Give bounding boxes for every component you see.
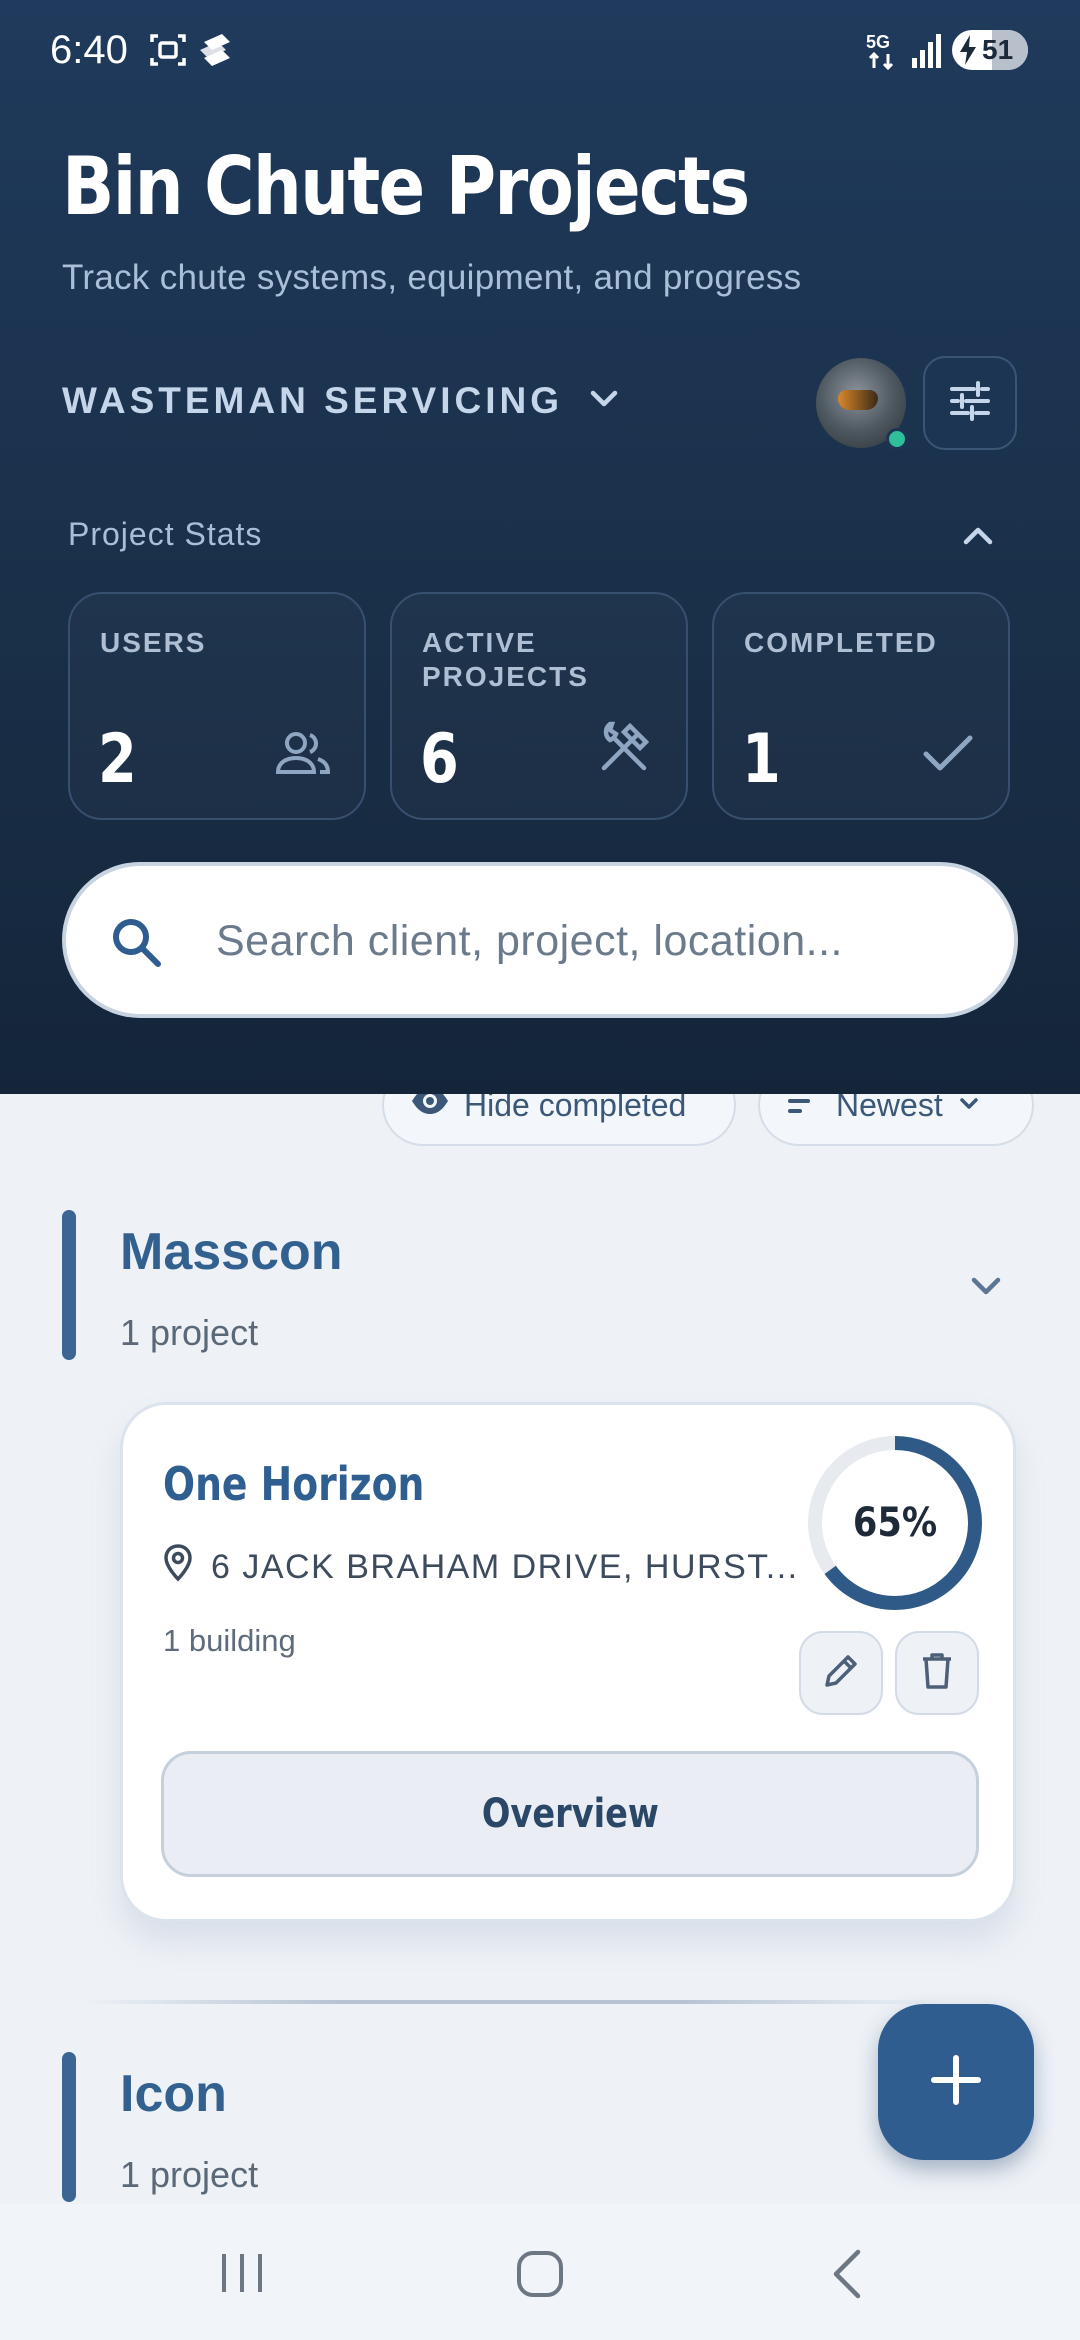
group-project-count: 1 project [120,1312,259,1353]
search-input[interactable] [216,906,976,976]
header: 6:40 5G 51 Bin Chute Projects Track chut… [0,0,1080,1094]
group-name[interactable]: Masscon [120,1222,343,1282]
stat-label: ACTIVE PROJECTS [422,627,589,692]
battery-indicator: 51 [952,30,1028,70]
avatar[interactable] [816,358,908,450]
stat-value: 2 [98,720,137,799]
hammer-wrench-icon [594,718,654,783]
checkmark-icon [920,728,976,783]
pencil-icon [821,1651,861,1696]
add-project-button[interactable] [878,2004,1034,2160]
group-divider [82,2000,938,2004]
chevron-down-icon [587,382,621,421]
group-accent-bar [62,2052,76,2202]
group-expand-toggle[interactable] [966,1266,1006,1311]
project-building-count: 1 building [163,1623,296,1658]
page-subtitle: Track chute systems, equipment, and prog… [62,258,802,297]
progress-percent: 65% [852,1500,938,1546]
group-name[interactable]: Icon [120,2064,227,2124]
stat-card-users: USERS 2 [68,592,366,820]
stat-card-active-projects: ACTIVE PROJECTS 6 [390,592,688,820]
stat-value: 6 [420,720,459,799]
project-card[interactable]: One Horizon 6 JACK BRAHAM DRIVE, HURST..… [120,1402,1016,1922]
signal-icon [910,30,942,75]
stat-card-completed: COMPLETED 1 [712,592,1010,820]
organization-selector[interactable]: WASTEMAN SERVICING [62,380,621,422]
stat-label: USERS [100,627,207,658]
group-project-count: 1 project [120,2154,259,2195]
network-5g-icon: 5G [864,28,904,77]
page-title: Bin Chute Projects [62,140,750,233]
recent-apps-button[interactable] [214,2248,270,2301]
overview-label: Overview [481,1791,659,1837]
project-address: 6 JACK BRAHAM DRIVE, HURST... [163,1543,799,1592]
screenshot-icon [148,30,188,75]
stats-section-label: Project Stats [68,516,263,552]
online-status-dot [886,428,908,450]
back-button[interactable] [826,2248,870,2305]
location-pin-icon [163,1543,193,1592]
users-icon [274,728,332,783]
stat-value: 1 [742,720,781,799]
overview-button[interactable]: Overview [161,1751,979,1877]
stat-label: COMPLETED [744,627,938,658]
search-icon [108,914,164,975]
system-navigation-bar [0,2204,1080,2340]
delete-project-button[interactable] [895,1631,979,1715]
status-time: 6:40 [50,28,128,72]
project-address-text: 6 JACK BRAHAM DRIVE, HURST... [211,1548,799,1586]
chevron-up-icon [958,527,998,560]
project-title: One Horizon [163,1457,425,1511]
plus-icon [928,2052,984,2113]
app-notification-icon [196,30,236,75]
svg-text:5G: 5G [866,32,890,52]
sliders-icon [948,379,992,428]
trash-icon [919,1651,955,1696]
home-button[interactable] [514,2248,566,2305]
edit-project-button[interactable] [799,1631,883,1715]
organization-name: WASTEMAN SERVICING [62,380,563,421]
group-accent-bar [62,1210,76,1360]
status-bar: 6:40 5G 51 [0,0,1080,100]
battery-level: 51 [982,34,1014,65]
stats-collapse-toggle[interactable] [958,516,998,561]
filter-settings-button[interactable] [923,356,1017,450]
search-bar[interactable] [62,862,1018,1018]
